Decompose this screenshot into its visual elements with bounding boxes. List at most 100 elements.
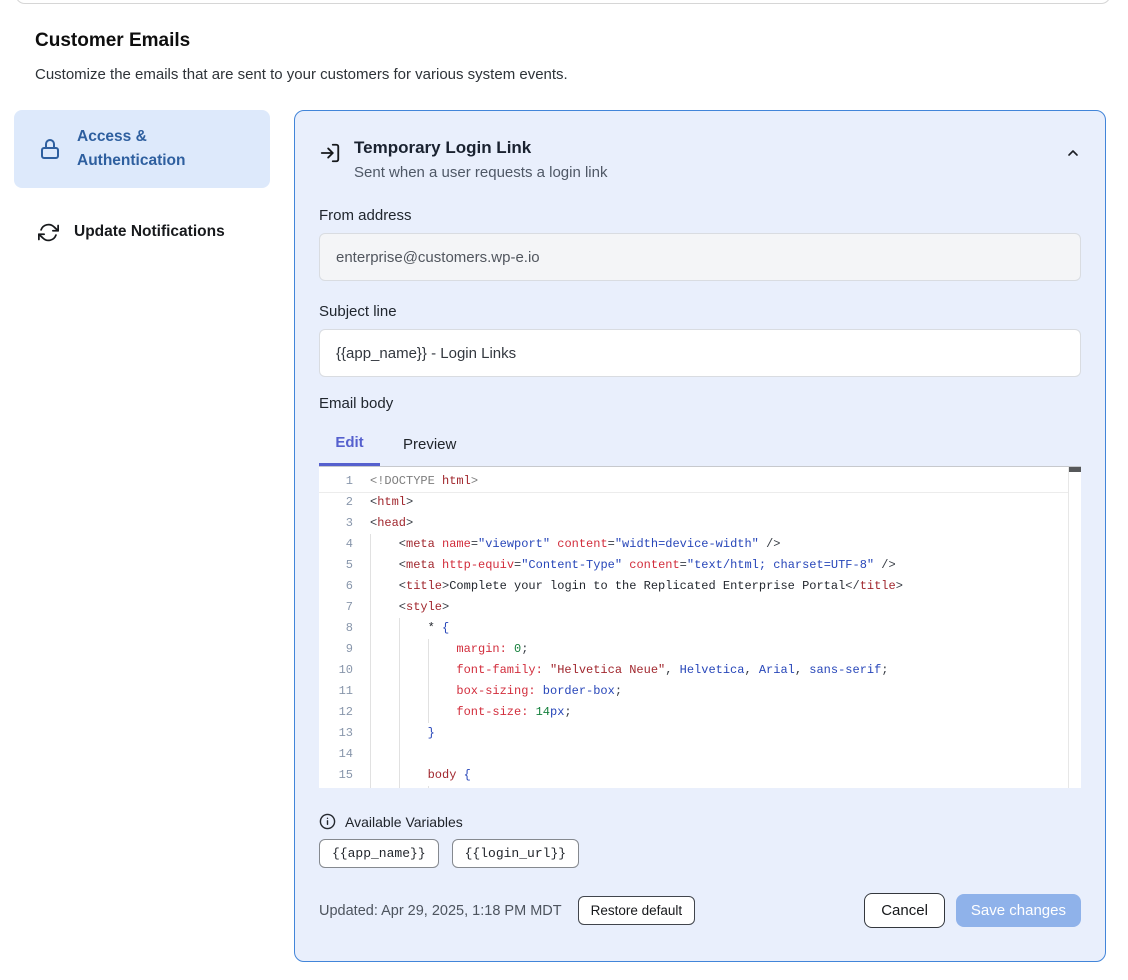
code-line: 1<!DOCTYPE html> [319, 471, 1081, 492]
indent-guide [399, 723, 428, 744]
line-number: 16 [319, 786, 353, 788]
code-line: 5<meta http-equiv="Content-Type" content… [319, 555, 1081, 576]
code-line: 8* { [319, 618, 1081, 639]
line-number: 13 [319, 723, 353, 744]
email-body-editor[interactable]: 1<!DOCTYPE html>2<html>3<head>4<meta nam… [319, 466, 1081, 788]
code-line: 6<title>Complete your login to the Repli… [319, 576, 1081, 597]
indent-guide [370, 702, 399, 723]
previous-section-bottom-edge [15, 0, 1111, 4]
indent-guide [399, 744, 428, 765]
indent-guide [370, 786, 399, 788]
indent-guide [370, 639, 399, 660]
indent-guide [399, 618, 428, 639]
login-icon [319, 142, 341, 164]
cancel-button[interactable]: Cancel [864, 893, 945, 928]
indent-guide [399, 786, 428, 788]
panel-footer: Updated: Apr 29, 2025, 1:18 PM MDT Resto… [319, 893, 1081, 928]
line-number: 14 [319, 744, 353, 765]
line-number: 12 [319, 702, 353, 723]
code-line: 7<style> [319, 597, 1081, 618]
customer-emails-page: Customer Emails Customize the emails tha… [0, 0, 1128, 980]
from-address-label: From address [319, 207, 1081, 224]
line-number: 6 [319, 576, 353, 597]
subject-line-input[interactable] [319, 329, 1081, 377]
indent-guide [428, 702, 457, 723]
updated-timestamp: Updated: Apr 29, 2025, 1:18 PM MDT [319, 903, 562, 919]
code-line: 11box-sizing: border-box; [319, 681, 1081, 702]
code-area: 1<!DOCTYPE html>2<html>3<head>4<meta nam… [319, 471, 1081, 788]
page-subtitle: Customize the emails that are sent to yo… [35, 66, 568, 83]
subject-line-label: Subject line [319, 303, 1081, 320]
indent-guide [370, 744, 399, 765]
line-number: 9 [319, 639, 353, 660]
lock-icon [38, 137, 62, 161]
panel-subtitle: Sent when a user requests a login link [354, 164, 607, 181]
code-line: 4<meta name="viewport" content="width=de… [319, 534, 1081, 555]
variable-chips: {{app_name}} {{login_url}} [319, 839, 1081, 868]
page-title: Customer Emails [35, 30, 190, 52]
indent-guide [370, 681, 399, 702]
code-line: 14 [319, 744, 1081, 765]
indent-guide [370, 618, 399, 639]
code-line: 12font-size: 14px; [319, 702, 1081, 723]
info-icon[interactable] [319, 813, 336, 830]
line-number: 5 [319, 555, 353, 576]
variable-chip-login-url[interactable]: {{login_url}} [452, 839, 579, 868]
line-number: 10 [319, 660, 353, 681]
code-line: 2<html> [319, 492, 1081, 513]
line-number: 7 [319, 597, 353, 618]
chevron-up-icon [1065, 145, 1081, 161]
indent-guide [428, 786, 457, 788]
indent-guide [370, 576, 399, 597]
temporary-login-link-panel: Temporary Login Link Sent when a user re… [294, 110, 1106, 962]
restore-default-button[interactable]: Restore default [578, 896, 696, 925]
available-variables-row: Available Variables [319, 813, 1081, 830]
indent-guide [428, 660, 457, 681]
indent-guide [428, 681, 457, 702]
indent-guide [399, 702, 428, 723]
indent-guide [399, 681, 428, 702]
sidebar-item-label: Update Notifications [74, 220, 225, 244]
editor-scrollbar-thumb[interactable] [1069, 467, 1081, 472]
sidebar-item-access-authentication[interactable]: Access & Authentication [14, 110, 270, 188]
indent-guide [399, 765, 428, 786]
tab-edit[interactable]: Edit [319, 424, 380, 466]
code-line: 3<head> [319, 513, 1081, 534]
line-number: 2 [319, 492, 353, 513]
collapse-panel-button[interactable] [1065, 145, 1081, 161]
email-body-tabs: Edit Preview [319, 424, 1081, 466]
line-number: 8 [319, 618, 353, 639]
email-body-label: Email body [319, 395, 1081, 412]
panel-header: Temporary Login Link Sent when a user re… [319, 137, 1081, 181]
line-number: 4 [319, 534, 353, 555]
email-types-sidebar: Access & Authentication Update Notificat… [14, 110, 270, 256]
indent-guide [428, 639, 457, 660]
sidebar-item-update-notifications[interactable]: Update Notifications [14, 208, 270, 256]
indent-guide [370, 723, 399, 744]
indent-guide [399, 660, 428, 681]
active-line-divider [319, 492, 1068, 493]
code-line: 16background-color: #ffffff; [319, 786, 1081, 788]
sidebar-item-label: Access & Authentication [77, 125, 237, 173]
panel-title: Temporary Login Link [354, 137, 607, 159]
indent-guide [370, 555, 399, 576]
variable-chip-app-name[interactable]: {{app_name}} [319, 839, 439, 868]
line-number: 3 [319, 513, 353, 534]
code-line: 13} [319, 723, 1081, 744]
code-line: 9margin: 0; [319, 639, 1081, 660]
refresh-icon [38, 222, 59, 243]
indent-guide [370, 534, 399, 555]
indent-guide [370, 765, 399, 786]
line-number: 15 [319, 765, 353, 786]
indent-guide [370, 660, 399, 681]
code-line: 10font-family: "Helvetica Neue", Helveti… [319, 660, 1081, 681]
editor-scrollbar[interactable] [1068, 467, 1081, 788]
tab-preview[interactable]: Preview [403, 424, 456, 466]
available-variables-label: Available Variables [345, 814, 463, 830]
save-changes-button[interactable]: Save changes [956, 894, 1081, 927]
indent-guide [399, 639, 428, 660]
panel-header-text: Temporary Login Link Sent when a user re… [354, 137, 607, 181]
from-address-input [319, 233, 1081, 281]
line-number: 1 [319, 471, 353, 492]
indent-guide [370, 597, 399, 618]
